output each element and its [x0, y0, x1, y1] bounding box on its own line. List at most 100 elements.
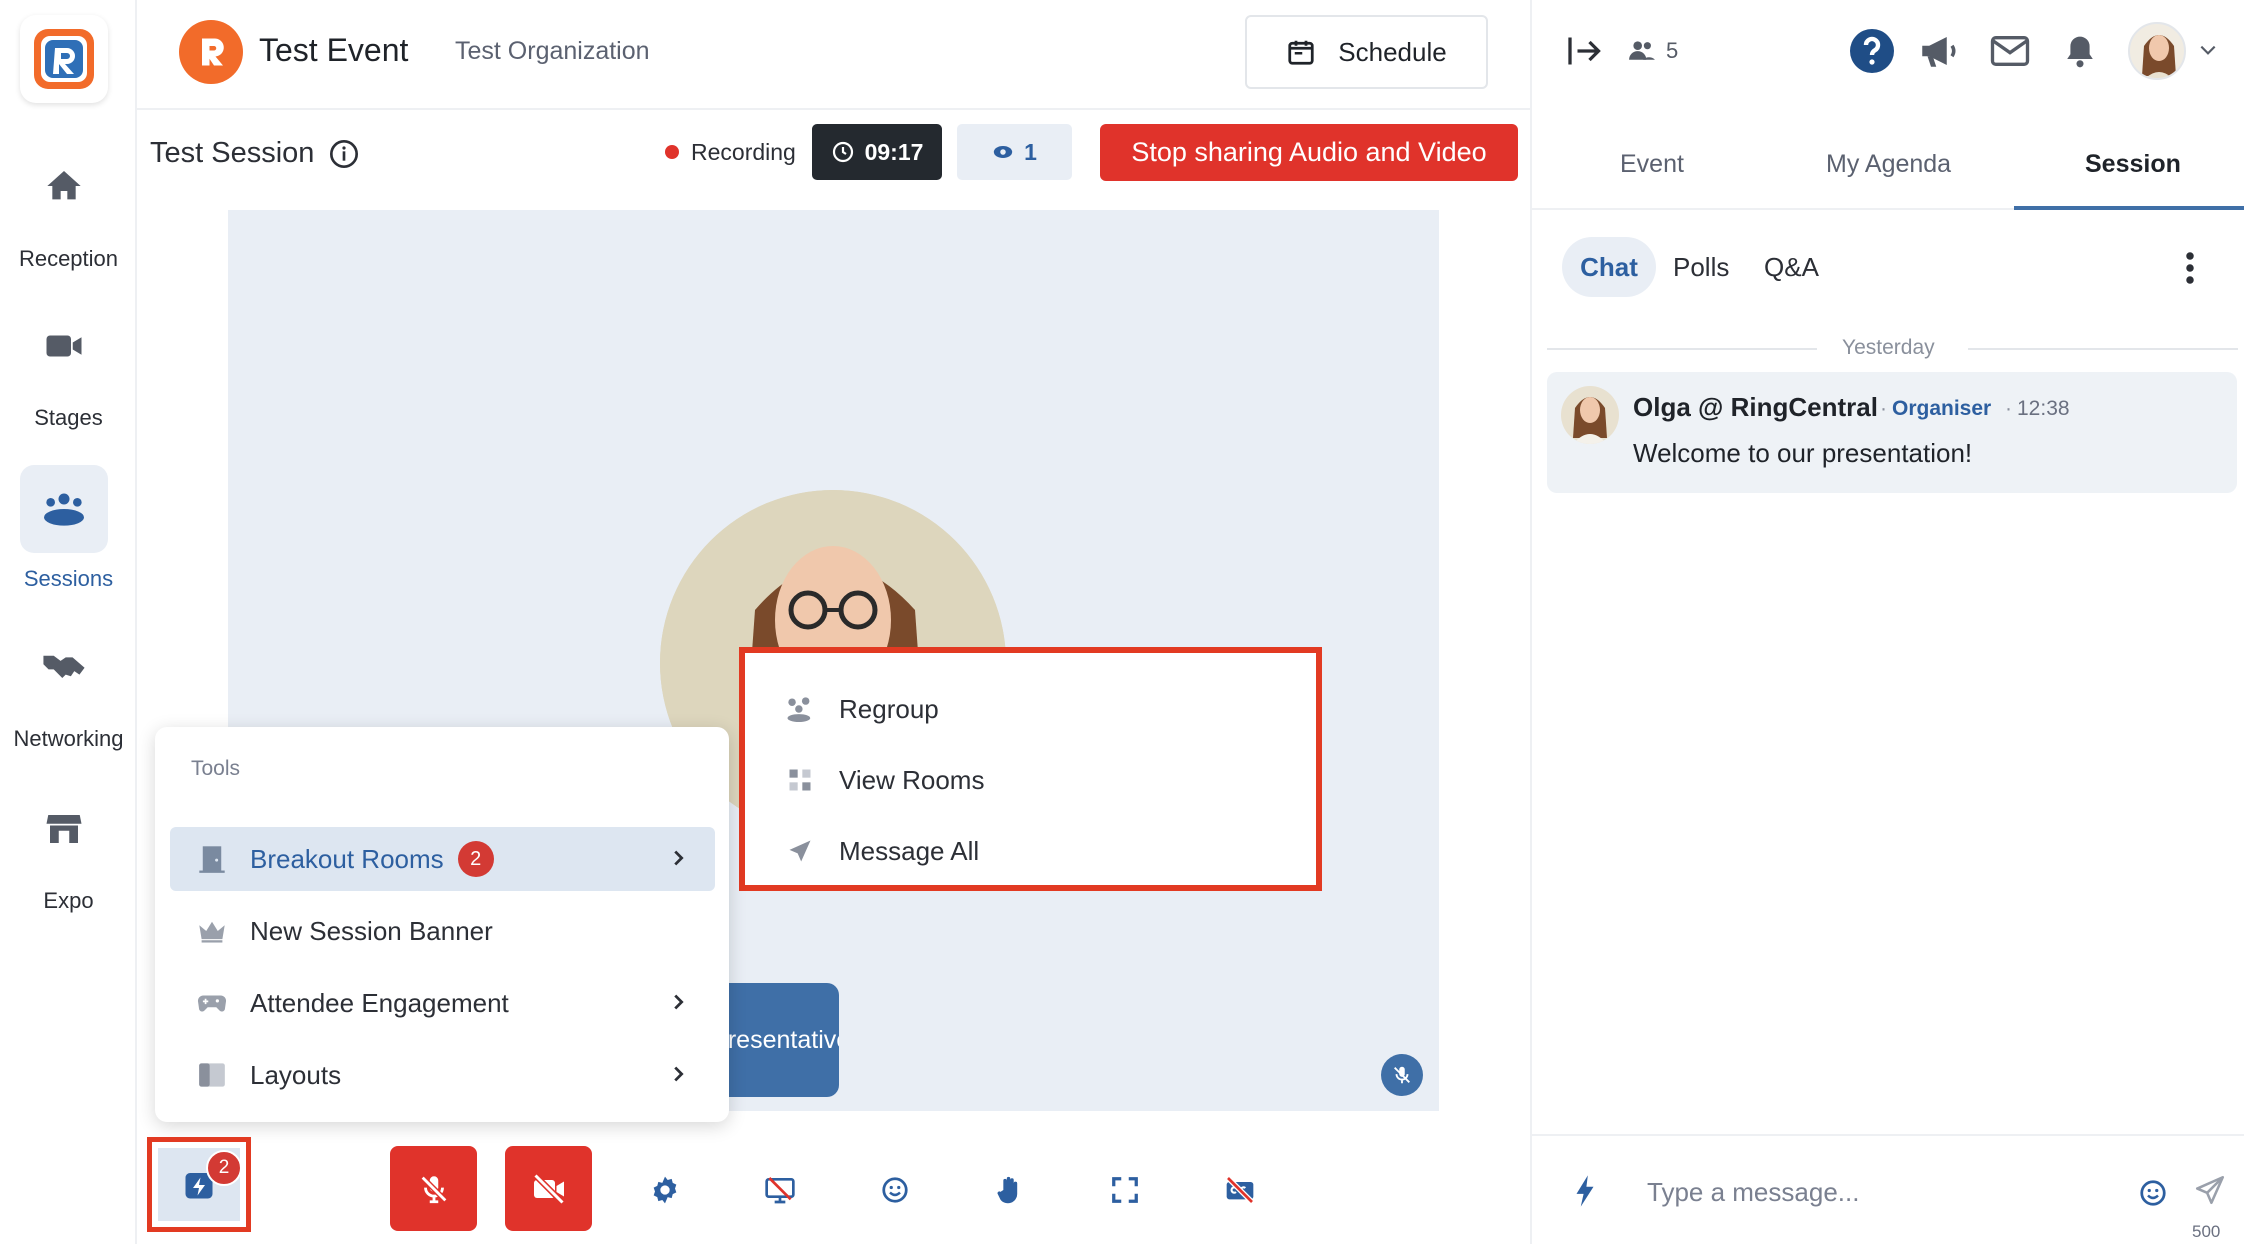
- tab-my-agenda[interactable]: My Agenda: [1826, 150, 1951, 179]
- view-rooms-menu-item[interactable]: View Rooms: [783, 760, 984, 800]
- stop-sharing-button[interactable]: Stop sharing Audio and Video: [1100, 124, 1518, 181]
- new-session-banner-menu-item[interactable]: New Session Banner: [170, 899, 715, 963]
- message-author-avatar: [1561, 386, 1619, 444]
- megaphone-icon[interactable]: [1917, 31, 1959, 71]
- settings-button[interactable]: [643, 1168, 687, 1212]
- mail-icon[interactable]: [1990, 34, 2030, 68]
- bell-icon[interactable]: [2064, 33, 2096, 69]
- camera-off-icon: [532, 1172, 565, 1205]
- handshake-icon: [43, 655, 85, 678]
- separator-dot: ·: [1880, 397, 1887, 420]
- event-logo-icon: [179, 20, 243, 84]
- message-time: 12:38: [2017, 397, 2070, 420]
- chevron-right-icon: [674, 994, 684, 1010]
- subtab-qa[interactable]: Q&A: [1764, 237, 1819, 297]
- chevron-down-icon[interactable]: [2198, 42, 2218, 58]
- nav-stages-button[interactable]: [20, 302, 108, 390]
- microphone-toggle-button[interactable]: [390, 1146, 477, 1231]
- attendee-engagement-label: Attendee Engagement: [250, 987, 509, 1018]
- collapse-panel-icon[interactable]: [1567, 34, 1603, 68]
- tools-menu: Tools Breakout Rooms 2 New Session Banne…: [155, 727, 729, 1122]
- screen-share-button[interactable]: [758, 1168, 802, 1212]
- chevron-right-icon: [674, 850, 684, 866]
- nav-reception-button[interactable]: [20, 142, 108, 230]
- subtab-polls[interactable]: Polls: [1673, 237, 1729, 297]
- author-avatar-photo: [1573, 397, 1607, 444]
- active-tab-indicator: [2014, 206, 2244, 210]
- raise-hand-button[interactable]: [988, 1168, 1032, 1212]
- right-panel-header: 5: [1532, 0, 2244, 110]
- timer-value: 09:17: [864, 138, 924, 165]
- left-navigation: Reception Stages Sessions Networking Exp…: [0, 0, 137, 1244]
- message-author: Olga @ RingCentral: [1633, 392, 1878, 422]
- tools-count-badge: 2: [206, 1150, 242, 1186]
- tools-button[interactable]: 2: [147, 1137, 251, 1232]
- composer-divider: [1532, 1134, 2244, 1136]
- separator-dot: ·: [2005, 397, 2012, 420]
- send-message-icon[interactable]: [2193, 1173, 2227, 1207]
- organization-name: Test Organization: [455, 37, 650, 65]
- clock-icon: [832, 141, 853, 163]
- crown-icon: [199, 921, 225, 943]
- tools-button-inner[interactable]: 2: [158, 1148, 242, 1221]
- layout-icon: [199, 1063, 225, 1087]
- gamepad-icon: [197, 995, 227, 1012]
- nav-expo-label[interactable]: Expo: [0, 888, 137, 914]
- regroup-label: Regroup: [839, 693, 939, 724]
- nav-stages-label[interactable]: Stages: [0, 405, 137, 431]
- breakout-rooms-menu-item[interactable]: Breakout Rooms 2: [170, 827, 715, 891]
- door-icon: [199, 846, 225, 873]
- nav-reception-label[interactable]: Reception: [0, 246, 137, 272]
- home-icon: [47, 171, 81, 200]
- info-icon[interactable]: [328, 138, 360, 170]
- group-icon: [787, 697, 811, 723]
- chat-message[interactable]: Olga @ RingCentral · Organiser · 12:38 W…: [1547, 372, 2237, 493]
- nav-sessions-button[interactable]: [20, 465, 108, 553]
- tab-event[interactable]: Event: [1620, 150, 1684, 179]
- nav-networking-label[interactable]: Networking: [0, 726, 137, 752]
- attendee-engagement-menu-item[interactable]: Attendee Engagement: [170, 971, 715, 1035]
- regroup-menu-item[interactable]: Regroup: [783, 689, 939, 729]
- help-icon[interactable]: [1848, 27, 1896, 75]
- message-text: Welcome to our presentation!: [1633, 438, 1973, 468]
- more-options-icon[interactable]: [2184, 250, 2196, 286]
- attendees-icon[interactable]: [1628, 38, 1656, 62]
- calendar-icon: [1288, 40, 1314, 65]
- recording-label: Recording: [691, 139, 796, 165]
- fullscreen-button[interactable]: [1103, 1168, 1147, 1212]
- layouts-menu-item[interactable]: Layouts: [170, 1043, 715, 1107]
- message-all-label: Message All: [839, 835, 980, 866]
- session-timer: 09:17: [812, 124, 942, 180]
- storefront-icon: [46, 815, 82, 843]
- smiley-icon: [882, 1177, 908, 1203]
- captions-off-icon: [1226, 1176, 1254, 1204]
- nav-sessions-label[interactable]: Sessions: [0, 566, 137, 592]
- tab-session[interactable]: Session: [2085, 150, 2181, 179]
- breakout-rooms-submenu: Regroup View Rooms Message All: [739, 647, 1322, 891]
- message-all-menu-item[interactable]: Message All: [783, 831, 979, 871]
- schedule-button[interactable]: Schedule: [1245, 15, 1488, 89]
- chevron-right-icon: [674, 1066, 684, 1082]
- subtab-chat[interactable]: Chat: [1562, 237, 1656, 297]
- nav-expo-button[interactable]: [20, 785, 108, 873]
- layouts-label: Layouts: [250, 1059, 342, 1090]
- right-panel: 5 Event My Agenda Session Chat Polls Q&A…: [1530, 0, 2244, 1244]
- gear-icon: [653, 1176, 677, 1204]
- nav-networking-button[interactable]: [20, 622, 108, 710]
- message-input[interactable]: [1647, 1170, 2117, 1214]
- lightning-icon[interactable]: [1574, 1174, 1596, 1208]
- day-divider-label: Yesterday: [1842, 336, 1935, 359]
- ringcentral-logo-icon: [34, 29, 94, 89]
- user-avatar[interactable]: [2128, 22, 2186, 80]
- viewer-count-badge[interactable]: 1: [957, 124, 1072, 180]
- screen-share-off-icon: [765, 1177, 795, 1204]
- camera-toggle-button[interactable]: [505, 1146, 592, 1231]
- emoji-icon[interactable]: [2138, 1178, 2168, 1208]
- fullscreen-icon: [1112, 1177, 1138, 1203]
- captions-button[interactable]: [1218, 1168, 1262, 1212]
- event-brand-mark: [202, 38, 224, 66]
- app-logo[interactable]: [20, 15, 108, 103]
- grid-icon: [789, 769, 811, 791]
- day-divider-left: [1547, 348, 1817, 350]
- reactions-button[interactable]: [873, 1168, 917, 1212]
